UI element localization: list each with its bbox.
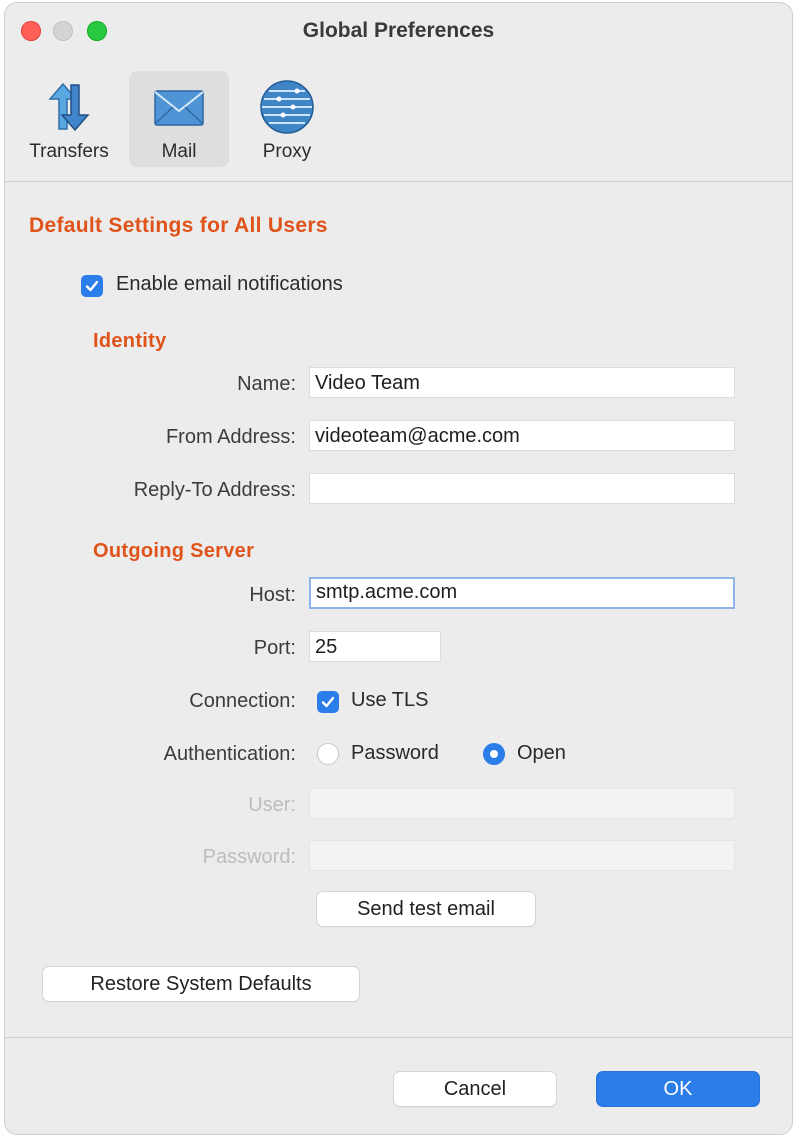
mail-envelope-icon xyxy=(151,79,207,140)
window-title: Global Preferences xyxy=(302,19,495,42)
name-label: Name: xyxy=(237,373,296,395)
auth-open-label: Open xyxy=(517,742,566,764)
checkmark-icon xyxy=(321,696,335,708)
reply-to-address-label: Reply-To Address: xyxy=(133,479,296,501)
restore-system-defaults-button[interactable]: Restore System Defaults xyxy=(43,967,359,1001)
password-field[interactable] xyxy=(309,840,735,871)
preferences-toolbar: Transfers Mail Proxy xyxy=(5,59,792,183)
title-bar: Global Preferences xyxy=(5,3,792,59)
tab-proxy-label: Proxy xyxy=(262,141,312,162)
proxy-globe-icon xyxy=(259,79,315,140)
port-field[interactable]: 25 xyxy=(309,631,441,662)
tab-mail[interactable]: Mail xyxy=(129,71,229,167)
user-label: User: xyxy=(248,794,296,816)
from-address-label: From Address: xyxy=(165,426,296,448)
auth-password-label: Password xyxy=(351,742,439,764)
port-label: Port: xyxy=(253,637,296,659)
cancel-button[interactable]: Cancel xyxy=(394,1072,556,1106)
transfers-arrows-icon xyxy=(41,79,97,140)
outgoing-server-section-title: Outgoing Server xyxy=(93,540,255,562)
name-field[interactable]: Video Team xyxy=(309,367,735,398)
ok-button[interactable]: OK xyxy=(597,1072,759,1106)
footer-divider xyxy=(5,1037,792,1038)
authentication-label: Authentication: xyxy=(163,743,296,765)
auth-open-radio[interactable] xyxy=(483,743,505,765)
identity-section-title: Identity xyxy=(93,330,167,352)
send-test-email-button[interactable]: Send test email xyxy=(317,892,535,926)
checkmark-icon xyxy=(85,280,99,292)
auth-password-radio[interactable] xyxy=(317,743,339,765)
toolbar-divider xyxy=(5,181,792,182)
enable-notifications-checkbox[interactable] xyxy=(81,275,103,297)
reply-to-address-field[interactable] xyxy=(309,473,735,504)
use-tls-checkbox[interactable] xyxy=(317,691,339,713)
preferences-window: Global Preferences Transfers Mail Proxy … xyxy=(5,3,792,1134)
tab-proxy[interactable]: Proxy xyxy=(237,71,337,167)
user-field[interactable] xyxy=(309,788,735,819)
enable-notifications-label: Enable email notifications xyxy=(116,273,343,295)
host-field[interactable]: smtp.acme.com xyxy=(309,577,735,609)
use-tls-label: Use TLS xyxy=(351,689,429,711)
tab-transfers-label: Transfers xyxy=(29,141,109,162)
from-address-field[interactable]: videoteam@acme.com xyxy=(309,420,735,451)
password-label: Password: xyxy=(202,846,296,868)
tab-transfers[interactable]: Transfers xyxy=(19,71,119,167)
section-title: Default Settings for All Users xyxy=(29,214,328,237)
host-label: Host: xyxy=(249,584,296,606)
connection-label: Connection: xyxy=(189,690,296,712)
tab-mail-label: Mail xyxy=(161,141,197,162)
